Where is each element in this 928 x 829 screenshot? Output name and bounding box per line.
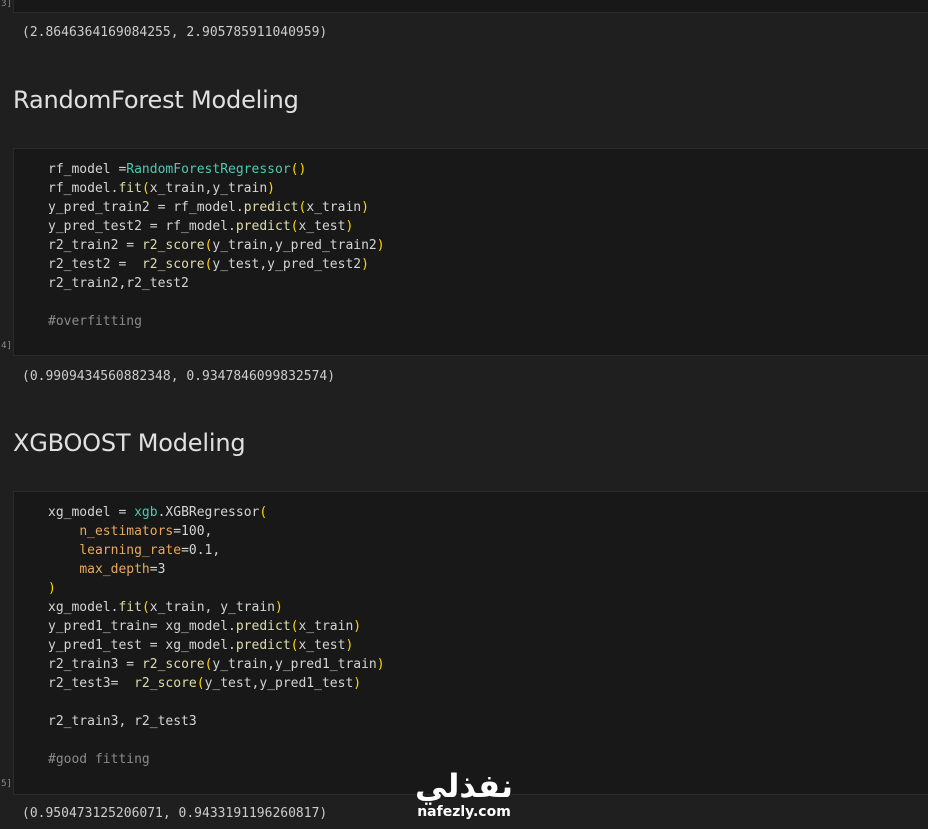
cell-output-randomforest: (0.9909434560882348, 0.9347846099832574) bbox=[22, 369, 336, 384]
code-comment: #good fitting bbox=[48, 752, 150, 767]
markdown-heading-randomforest: RandomForest Modeling bbox=[13, 86, 299, 114]
watermark-latin-text: nafezly.com bbox=[417, 804, 511, 820]
cell-output-xgboost: (0.950473125206071, 0.9433191196260817) bbox=[22, 806, 328, 821]
execution-count-previous: 3] bbox=[1, 0, 12, 9]
markdown-heading-xgboost: XGBOOST Modeling bbox=[13, 429, 246, 457]
code-cell-previous[interactable] bbox=[13, 0, 928, 13]
code-editor-xgboost[interactable]: xg_model = xgb.XGBRegressor( n_estimator… bbox=[48, 503, 385, 769]
execution-count-xgboost: 5] bbox=[1, 779, 12, 789]
watermark-arabic-text: نفذلي bbox=[415, 767, 513, 805]
code-editor-randomforest[interactable]: rf_model =RandomForestRegressor() rf_mod… bbox=[48, 160, 385, 331]
code-comment: #overfitting bbox=[48, 314, 142, 329]
execution-count-randomforest: 4] bbox=[1, 341, 12, 351]
cell-output-previous: (2.8646364169084255, 2.905785911040959) bbox=[22, 25, 328, 40]
nafezly-watermark-logo: نفذلي nafezly.com bbox=[404, 766, 524, 828]
